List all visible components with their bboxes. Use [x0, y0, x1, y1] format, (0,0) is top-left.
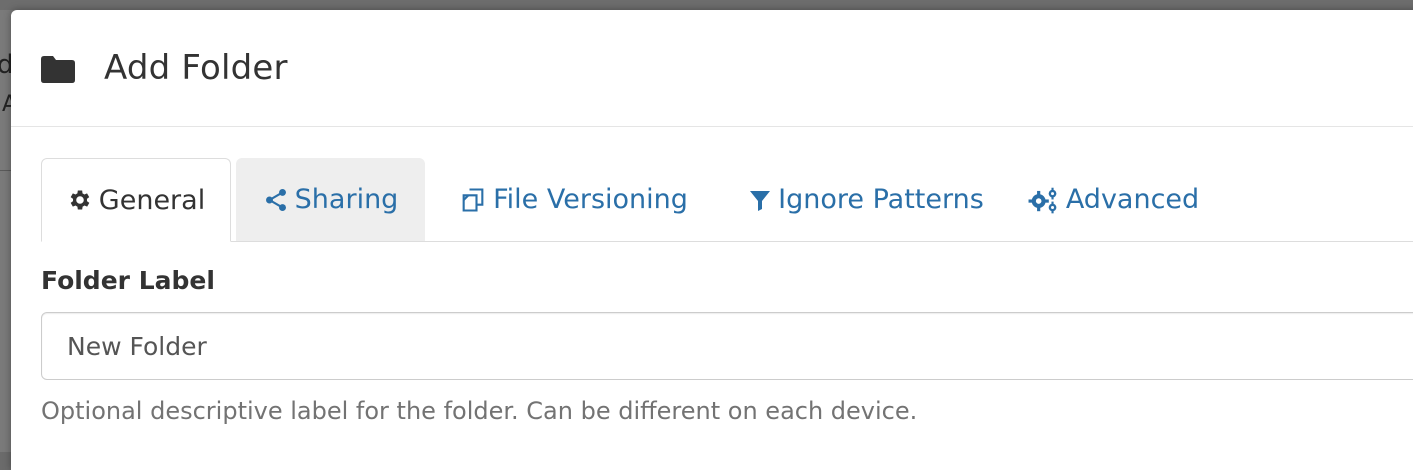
dialog-title: Add Folder [104, 48, 288, 88]
gears-icon [1028, 187, 1057, 213]
copy-icon [462, 187, 484, 212]
folder-icon [41, 56, 75, 83]
tab-file-versioning[interactable]: File Versioning [446, 158, 701, 241]
tab-label: File Versioning [493, 184, 688, 215]
dialog-header: Add Folder [11, 10, 1413, 127]
filter-icon [750, 190, 771, 211]
folder-label-label: Folder Label [41, 266, 215, 295]
folder-label-help-text: Optional descriptive label for the folde… [41, 397, 918, 425]
gear-icon [70, 190, 90, 210]
tab-label: Advanced [1065, 184, 1200, 215]
tab-ignore-patterns[interactable]: Ignore Patterns [741, 158, 991, 241]
tab-advanced[interactable]: Advanced [1026, 158, 1201, 241]
add-folder-dialog: Add Folder General Sharing File Versioni… [11, 10, 1413, 470]
tab-sharing[interactable]: Sharing [236, 158, 425, 241]
share-icon [265, 188, 286, 211]
tab-general[interactable]: General [41, 158, 231, 242]
folder-label-input[interactable] [41, 312, 1413, 380]
tab-label: Ignore Patterns [778, 184, 984, 215]
tab-bar: General Sharing File Versioning Ignore P… [41, 158, 1413, 242]
tab-label: Sharing [294, 184, 399, 215]
tab-label: General [98, 184, 206, 216]
